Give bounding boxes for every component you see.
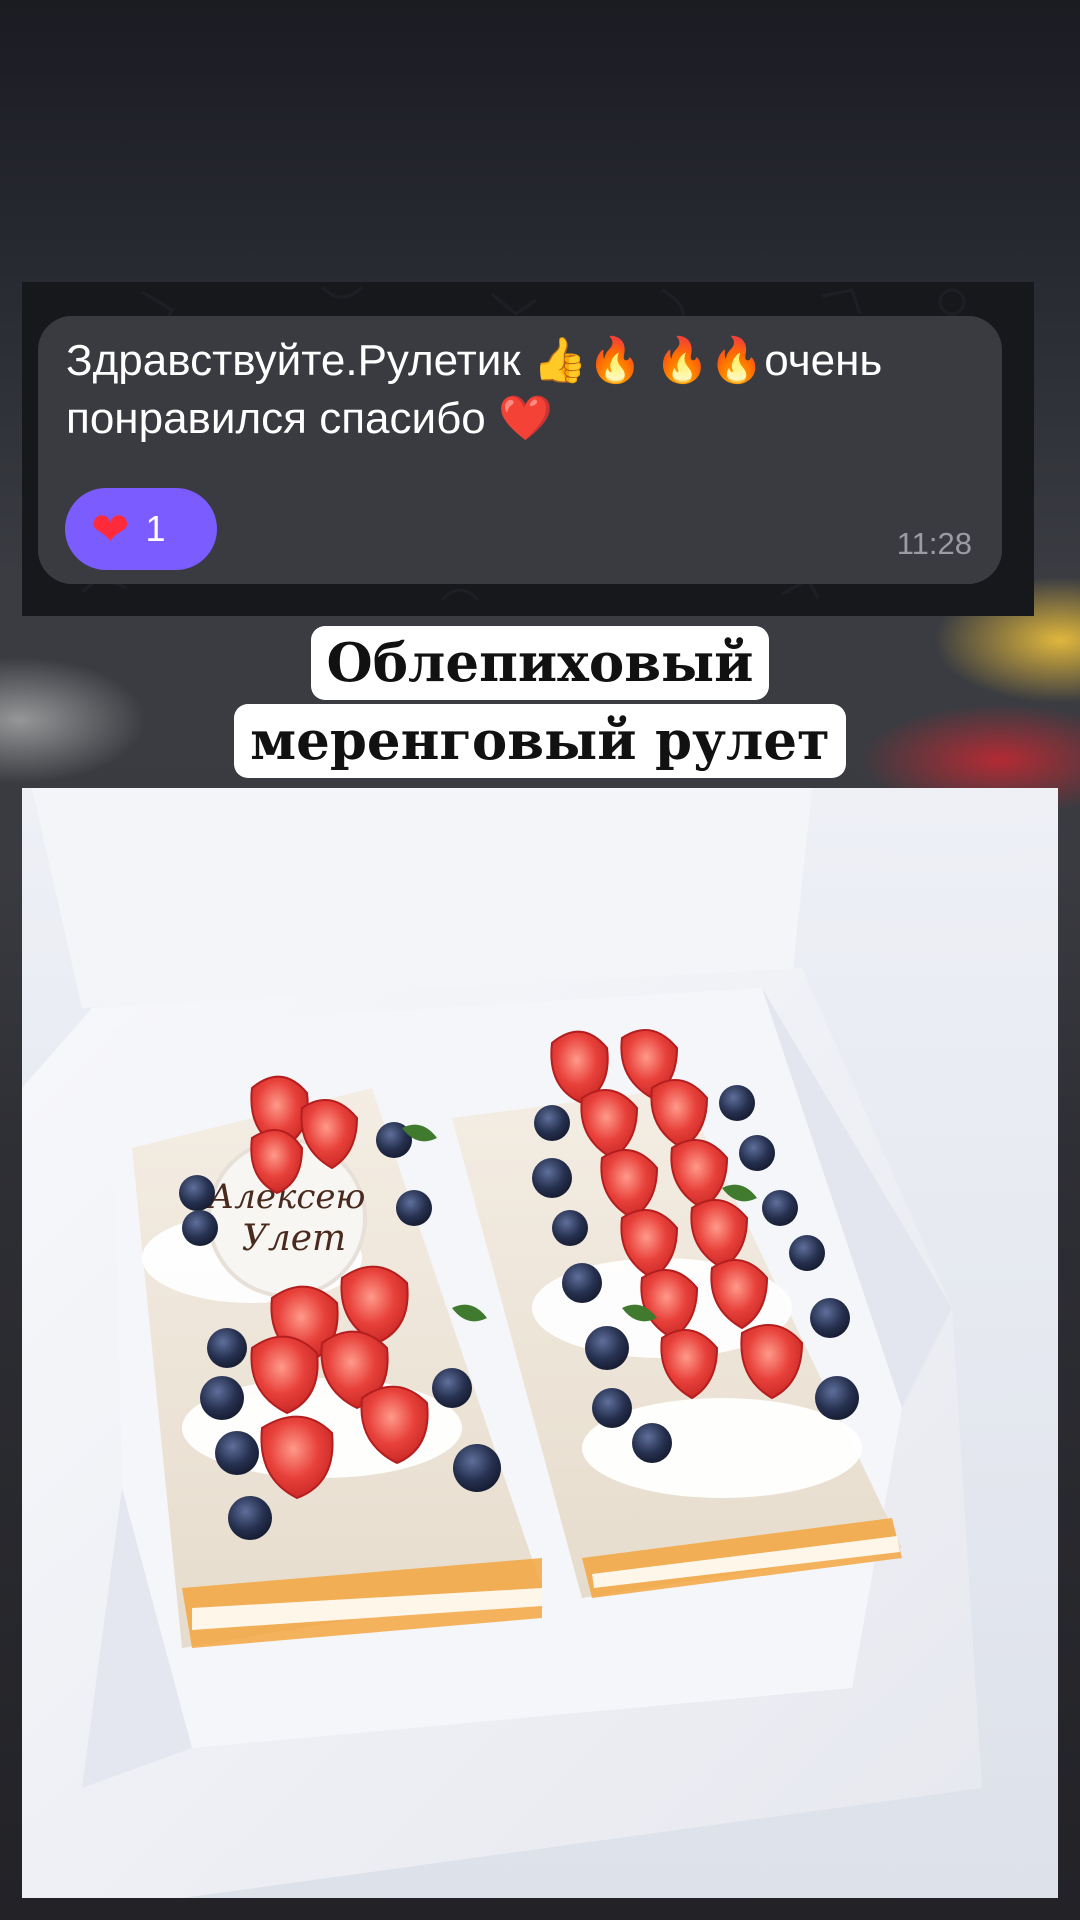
meringue-roll-photo: Алексею Улет — [22, 788, 1058, 1898]
cake-photo: Алексею Улет — [22, 788, 1058, 1898]
message-text: Здравствуйте.Рулетик 👍🔥 🔥🔥очень понравил… — [66, 336, 883, 443]
caption-line-2: меренговый рулет — [234, 704, 846, 778]
heart-reaction-button[interactable]: ❤ 1 — [65, 488, 217, 570]
message-bubble: Здравствуйте.Рулетик 👍🔥 🔥🔥очень понравил… — [38, 316, 1002, 584]
caption: Облепиховый меренговый рулет — [0, 626, 1080, 778]
message-timestamp: 11:28 — [896, 526, 972, 561]
chat-screenshot: Здравствуйте.Рулетик 👍🔥 🔥🔥очень понравил… — [22, 282, 1034, 616]
plaque-text-2: Улет — [242, 1218, 346, 1259]
caption-line-1: Облепиховый — [310, 626, 770, 700]
heart-icon: ❤ — [91, 502, 130, 556]
reaction-count: 1 — [145, 508, 166, 549]
